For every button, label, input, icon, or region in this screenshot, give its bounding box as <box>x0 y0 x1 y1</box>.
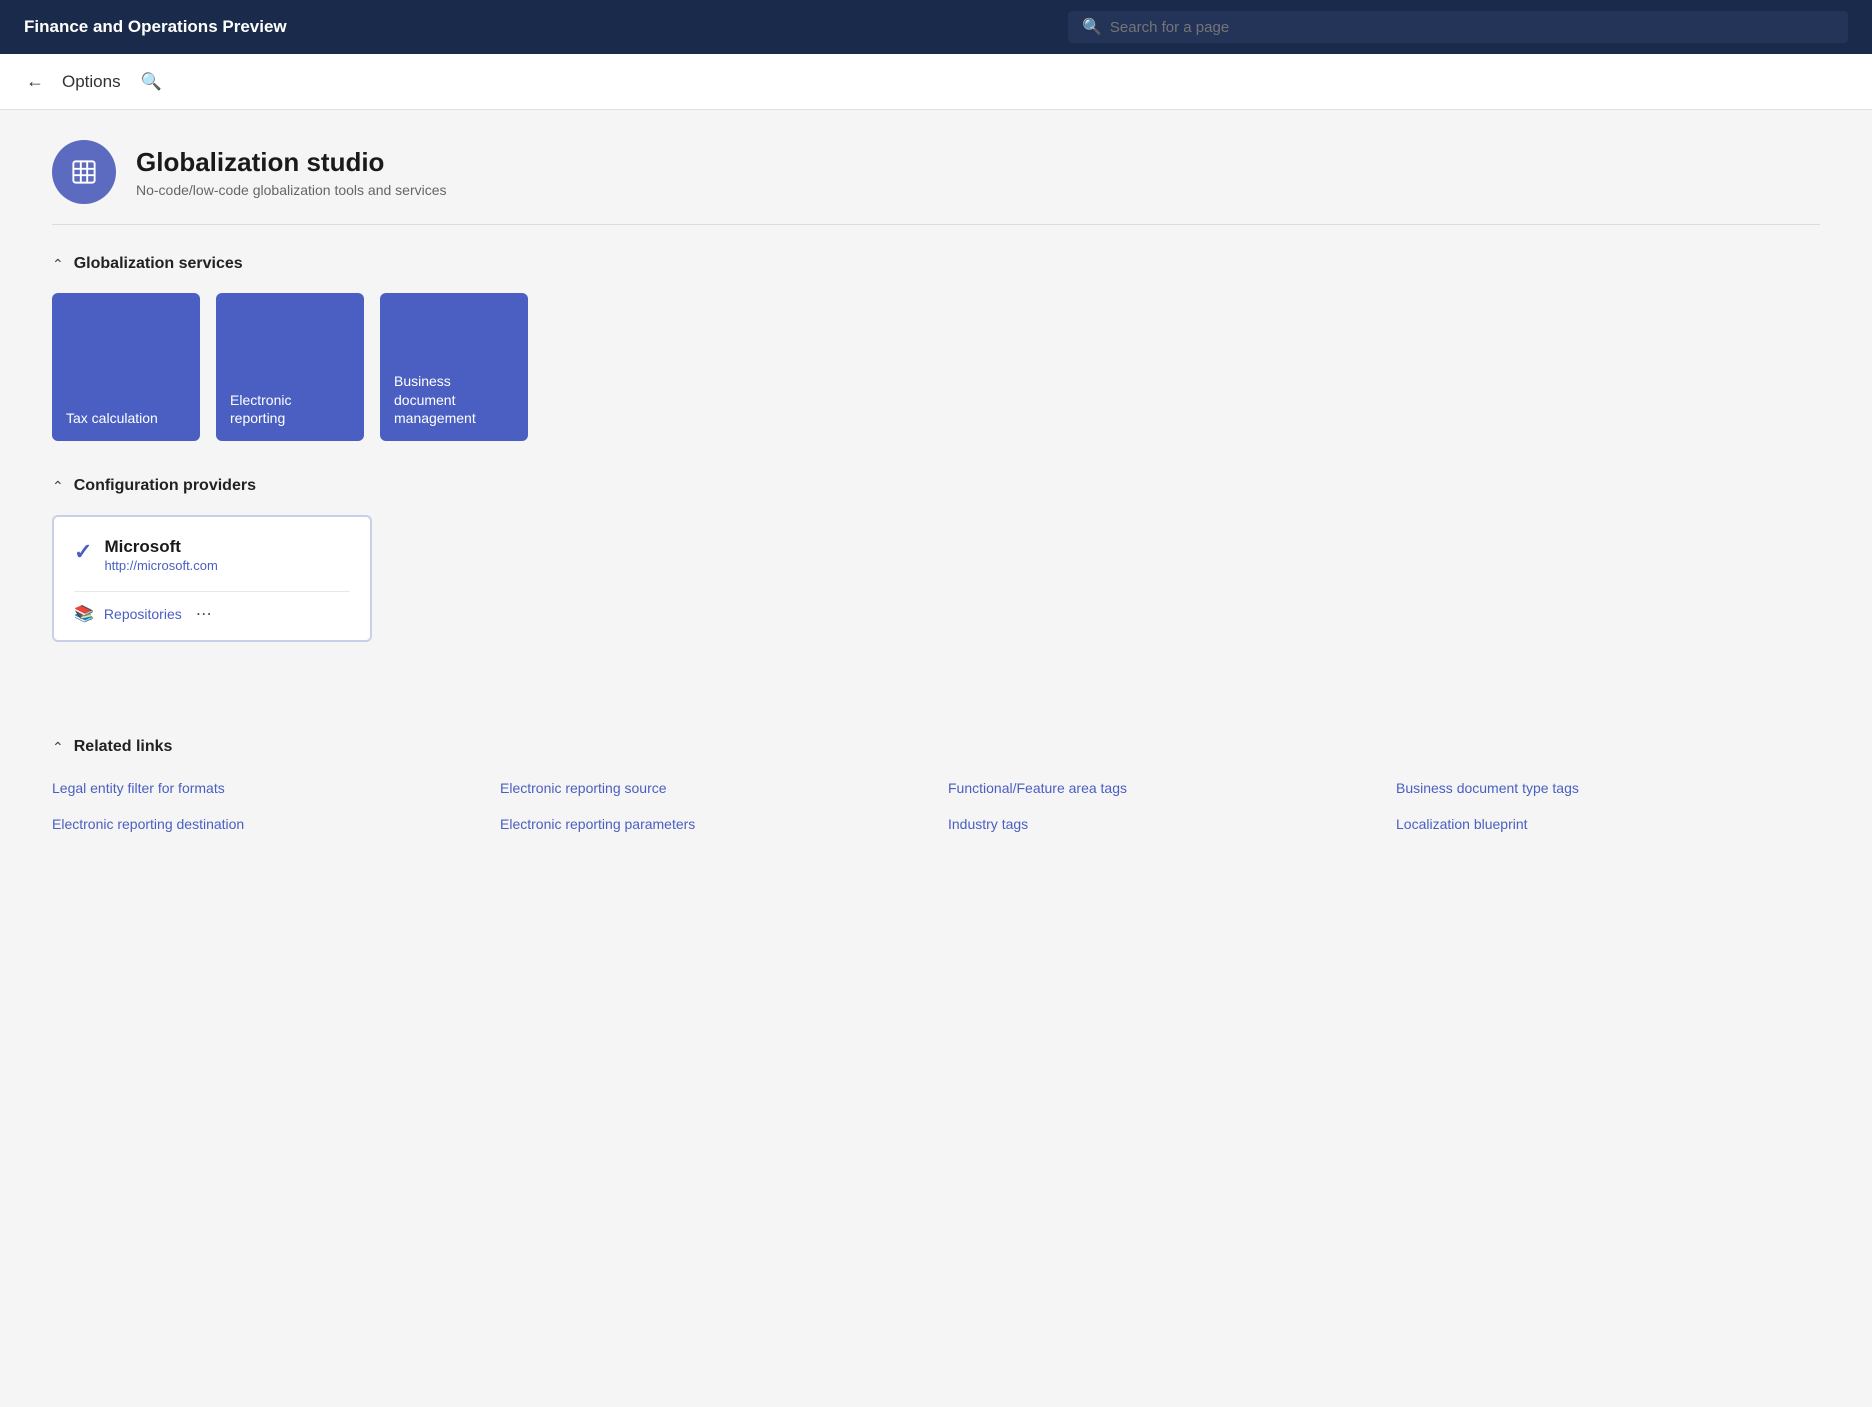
page-title: Globalization studio <box>136 147 447 178</box>
related-link-2[interactable]: Functional/Feature area tags <box>948 776 1372 800</box>
globalization-services-section: ⌃ Globalization services Tax calculation… <box>52 255 1820 441</box>
more-options-icon[interactable]: ⋯ <box>196 604 212 624</box>
options-label: Options <box>62 72 121 92</box>
globe-cube-icon <box>67 155 101 189</box>
service-tiles-row: Tax calculation Electronic reporting Bus… <box>52 293 1820 441</box>
repositories-icon: 📚 <box>74 604 94 624</box>
tax-calculation-label: Tax calculation <box>66 409 186 427</box>
business-document-label: Business document management <box>394 372 514 427</box>
provider-check-icon: ✓ <box>74 539 92 565</box>
related-link-4[interactable]: Electronic reporting destination <box>52 812 476 836</box>
secondary-nav: ← Options 🔍 <box>0 54 1872 110</box>
configuration-providers-header[interactable]: ⌃ Configuration providers <box>52 477 1820 495</box>
tax-calculation-tile[interactable]: Tax calculation <box>52 293 200 441</box>
search-icon: 🔍 <box>1082 17 1102 37</box>
back-button[interactable]: ← <box>20 67 50 96</box>
provider-name: Microsoft <box>104 537 217 557</box>
global-search-bar[interactable]: 🔍 <box>1068 11 1848 43</box>
configuration-providers-section: ⌃ Configuration providers ✓ Microsoft ht… <box>52 477 1820 642</box>
provider-info: Microsoft http://microsoft.com <box>104 537 217 575</box>
top-nav: Finance and Operations Preview 🔍 <box>0 0 1872 54</box>
related-links-title: Related links <box>74 738 173 756</box>
related-link-1[interactable]: Electronic reporting source <box>500 776 924 800</box>
main-content: Globalization studio No-code/low-code gl… <box>0 110 1872 1407</box>
related-links-grid: Legal entity filter for formats Electron… <box>52 776 1820 836</box>
electronic-reporting-label: Electronic reporting <box>230 391 350 427</box>
provider-url[interactable]: http://microsoft.com <box>104 558 217 573</box>
business-document-tile[interactable]: Business document management <box>380 293 528 441</box>
related-link-0[interactable]: Legal entity filter for formats <box>52 776 476 800</box>
electronic-reporting-tile[interactable]: Electronic reporting <box>216 293 364 441</box>
chevron-up-icon: ⌃ <box>52 256 64 273</box>
provider-card-header: ✓ Microsoft http://microsoft.com <box>74 537 350 575</box>
related-links-section: ⌃ Related links Legal entity filter for … <box>52 738 1820 836</box>
related-link-5[interactable]: Electronic reporting parameters <box>500 812 924 836</box>
globalization-services-header[interactable]: ⌃ Globalization services <box>52 255 1820 273</box>
related-link-6[interactable]: Industry tags <box>948 812 1372 836</box>
secondary-search-button[interactable]: 🔍 <box>133 68 170 96</box>
app-title: Finance and Operations Preview <box>24 17 287 37</box>
repositories-link[interactable]: Repositories <box>104 606 182 622</box>
chevron-up-icon-3: ⌃ <box>52 739 64 756</box>
related-link-3[interactable]: Business document type tags <box>1396 776 1820 800</box>
globalization-services-title: Globalization services <box>74 255 243 273</box>
microsoft-provider-card: ✓ Microsoft http://microsoft.com 📚 Repos… <box>52 515 372 642</box>
related-link-7[interactable]: Localization blueprint <box>1396 812 1820 836</box>
search-input[interactable] <box>1110 19 1834 36</box>
provider-footer: 📚 Repositories ⋯ <box>74 591 350 624</box>
page-icon <box>52 140 116 204</box>
chevron-up-icon-2: ⌃ <box>52 478 64 495</box>
page-header-text: Globalization studio No-code/low-code gl… <box>136 147 447 198</box>
page-subtitle: No-code/low-code globalization tools and… <box>136 182 447 198</box>
page-header: Globalization studio No-code/low-code gl… <box>52 140 1820 225</box>
configuration-providers-title: Configuration providers <box>74 477 256 495</box>
related-links-header[interactable]: ⌃ Related links <box>52 738 1820 756</box>
